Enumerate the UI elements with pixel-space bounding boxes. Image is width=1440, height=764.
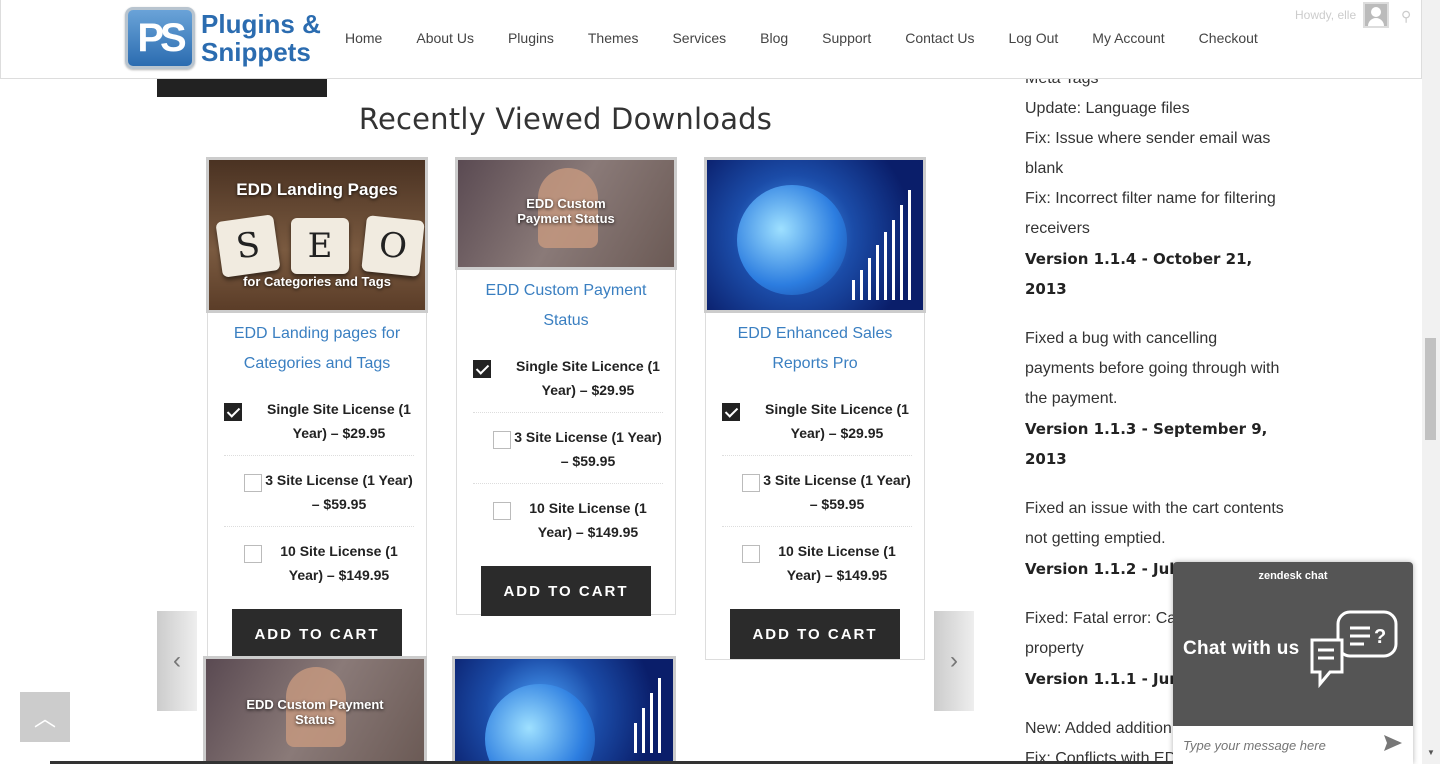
license-option[interactable]: 3 Site License (1 Year) – $59.95: [473, 425, 663, 484]
checkbox[interactable]: [742, 474, 760, 492]
changelog-version: Version 1.1.4 - October 21, 2013: [1025, 250, 1253, 298]
checkbox-checked[interactable]: [722, 403, 740, 421]
license-option[interactable]: 10 Site License (1 Year) – $149.95: [473, 496, 663, 554]
carousel-next-arrow-icon[interactable]: ›: [934, 611, 974, 711]
logo-text: Plugins & Snippets: [201, 10, 321, 66]
dark-tab: [157, 79, 327, 97]
svg-text:?: ?: [1374, 626, 1386, 648]
thumb-title: EDD Landing Pages: [236, 180, 398, 199]
logo-line-2: Snippets: [201, 37, 311, 67]
logo-line-1: Plugins &: [201, 9, 321, 39]
nav-checkout[interactable]: Checkout: [1199, 30, 1258, 46]
license-options: Single Site Licence (1 Year) – $29.95 3 …: [457, 336, 675, 554]
nav-about-us[interactable]: About Us: [416, 30, 474, 46]
license-options: Single Site Licence (1 Year) – $29.95 3 …: [706, 379, 924, 597]
checkbox[interactable]: [493, 431, 511, 449]
product-image-second-row[interactable]: [452, 656, 676, 764]
scroll-down-arrow-icon[interactable]: ▼: [1427, 748, 1435, 757]
changelog-line: Fix: Issue where sender email was blank: [1025, 130, 1271, 177]
site-logo[interactable]: PS Plugins & Snippets: [125, 7, 321, 69]
nav-log-out[interactable]: Log Out: [1008, 30, 1058, 46]
howdy-text[interactable]: Howdy, elle: [1295, 8, 1356, 22]
chat-brand: zendesk chat: [1258, 570, 1328, 582]
changelog-line: Fix: Incorrect filter name for filtering…: [1025, 190, 1276, 237]
changelog-version: Version 1.1.3 - September 9, 2013: [1025, 420, 1268, 468]
changelog-line: Fixed an issue with the cart contents no…: [1025, 500, 1284, 547]
checkbox-checked[interactable]: [224, 403, 242, 421]
license-label: 10 Site License (1 Year) – $149.95: [778, 543, 896, 583]
product-card-sales-reports: EDD Enhanced Sales Reports Pro Single Si…: [704, 157, 926, 660]
nav-home[interactable]: Home: [345, 30, 382, 46]
product-image[interactable]: EDD Custom Payment Status: [455, 157, 677, 270]
license-option[interactable]: 3 Site License (1 Year) – $59.95: [722, 468, 912, 527]
nav-my-account[interactable]: My Account: [1092, 30, 1164, 46]
add-to-cart-button[interactable]: ADD TO CART: [730, 609, 900, 659]
product-card-landing-pages: EDD Landing Pages S E O for Categories a…: [206, 157, 428, 659]
globe-graphic: [737, 185, 847, 295]
chat-bubble-icon: ?: [1310, 610, 1398, 688]
product-title[interactable]: EDD Enhanced Sales Reports Pro: [706, 313, 924, 379]
license-option[interactable]: 3 Site License (1 Year) – $59.95: [224, 468, 414, 527]
main-nav: Home About Us Plugins Themes Services Bl…: [345, 30, 1292, 46]
thumb-subtitle: for Categories and Tags: [243, 274, 391, 289]
product-image-second-row[interactable]: EDD Custom Payment Status: [203, 656, 427, 764]
product-title[interactable]: EDD Landing pages for Categories and Tag…: [208, 313, 426, 379]
scrollbar-thumb[interactable]: [1425, 338, 1436, 440]
license-label: Single Site Licence (1 Year) – $29.95: [765, 401, 909, 441]
bar-graphic: [629, 678, 661, 753]
add-to-cart-button[interactable]: ADD TO CART: [481, 566, 651, 616]
nav-themes[interactable]: Themes: [588, 30, 639, 46]
license-option[interactable]: Single Site License (1 Year) – $29.95: [224, 397, 414, 456]
license-label: 10 Site License (1 Year) – $149.95: [280, 543, 398, 583]
bar-graphic: [847, 190, 911, 300]
search-icon[interactable]: ⚲: [1401, 8, 1411, 25]
license-label: 3 Site License (1 Year) – $59.95: [265, 472, 413, 512]
nav-services[interactable]: Services: [672, 30, 726, 46]
globe-graphic: [485, 684, 595, 763]
product-title[interactable]: EDD Custom Payment Status: [457, 270, 675, 336]
send-icon[interactable]: [1383, 733, 1403, 753]
changelog-line: Update: Language files: [1025, 100, 1190, 117]
seo-tile: E: [291, 218, 349, 274]
license-label: 3 Site License (1 Year) – $59.95: [514, 429, 662, 469]
chat-label[interactable]: Chat with us: [1183, 638, 1300, 660]
chat-widget[interactable]: zendesk chat Chat with us ?: [1173, 562, 1413, 764]
add-to-cart-button[interactable]: ADD TO CART: [232, 609, 402, 659]
checkbox[interactable]: [244, 545, 262, 563]
license-label: 10 Site License (1 Year) – $149.95: [529, 500, 647, 540]
checkbox[interactable]: [493, 502, 511, 520]
checkbox-checked[interactable]: [473, 360, 491, 378]
nav-contact-us[interactable]: Contact Us: [905, 30, 974, 46]
seo-tile: O: [361, 215, 425, 277]
changelog-line: Fixed a bug with cancelling payments bef…: [1025, 330, 1280, 407]
thumb-title: EDD Custom Payment Status: [517, 196, 615, 226]
license-label: Single Site Licence (1 Year) – $29.95: [516, 358, 660, 398]
scroll-to-top-icon[interactable]: ︿: [20, 692, 70, 742]
license-label: Single Site License (1 Year) – $29.95: [267, 401, 411, 441]
nav-plugins[interactable]: Plugins: [508, 30, 554, 46]
nav-support[interactable]: Support: [822, 30, 871, 46]
product-image[interactable]: [704, 157, 926, 313]
section-title: Recently Viewed Downloads: [358, 102, 773, 136]
license-option[interactable]: 10 Site License (1 Year) – $149.95: [224, 539, 414, 597]
product-card-custom-payment: EDD Custom Payment Status EDD Custom Pay…: [455, 157, 677, 616]
thumb-title: EDD Custom Payment Status: [246, 697, 384, 727]
carousel-prev-arrow-icon[interactable]: ‹: [157, 611, 197, 711]
license-option[interactable]: Single Site Licence (1 Year) – $29.95: [473, 354, 663, 413]
logo-mark: PS: [125, 7, 195, 69]
license-label: 3 Site License (1 Year) – $59.95: [763, 472, 911, 512]
license-options: Single Site License (1 Year) – $29.95 3 …: [208, 379, 426, 597]
scrollbar[interactable]: ▼: [1422, 0, 1440, 764]
nav-blog[interactable]: Blog: [760, 30, 788, 46]
seo-tile: S: [215, 214, 281, 278]
site-header: PS Plugins & Snippets Home About Us Plug…: [0, 0, 1422, 79]
license-option[interactable]: 10 Site License (1 Year) – $149.95: [722, 539, 912, 597]
chat-message-input[interactable]: [1173, 726, 1413, 764]
license-option[interactable]: Single Site Licence (1 Year) – $29.95: [722, 397, 912, 456]
product-image[interactable]: EDD Landing Pages S E O for Categories a…: [206, 157, 428, 313]
checkbox[interactable]: [742, 545, 760, 563]
avatar[interactable]: [1363, 2, 1389, 28]
checkbox[interactable]: [244, 474, 262, 492]
